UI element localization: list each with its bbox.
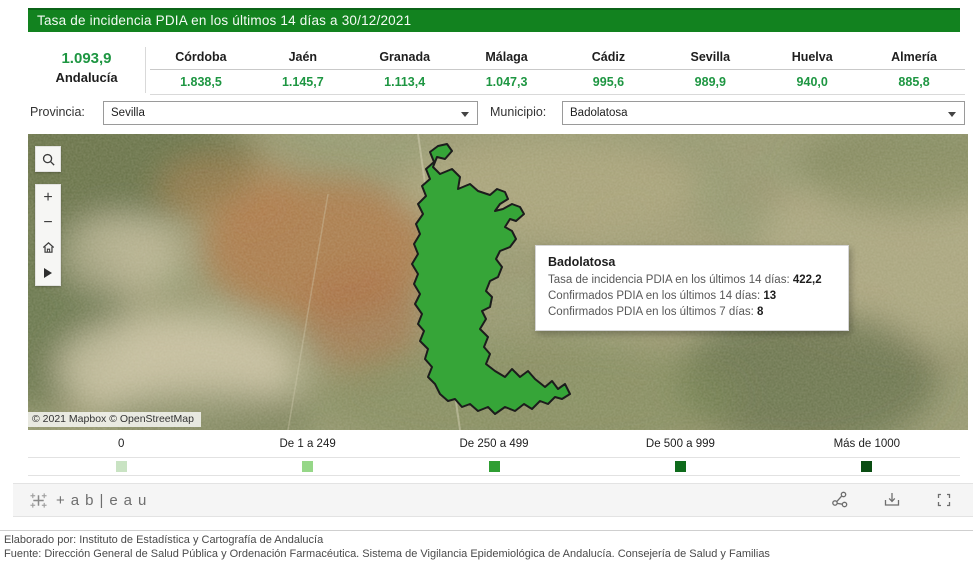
tooltip-row-value: 13 <box>763 290 776 302</box>
province-header: Málaga <box>456 45 558 69</box>
province-header: Almería <box>863 45 965 69</box>
legend-swatch-cell <box>401 461 587 472</box>
chevron-down-icon <box>461 112 469 117</box>
download-icon <box>882 490 902 510</box>
tooltip-row: Confirmados PDIA en los últimos 14 días:… <box>548 288 836 304</box>
tableau-toolbar: +ab|eau <box>13 483 973 517</box>
map-toolbar: + − <box>35 184 61 286</box>
legend-label: De 1 a 249 <box>214 438 400 455</box>
zoom-out-button[interactable]: − <box>36 210 60 235</box>
province-header: Huelva <box>761 45 863 69</box>
andalucia-summary: 1.093,9 Andalucía <box>28 47 146 93</box>
provinces-header-row: Córdoba Jaén Granada Málaga Cádiz Sevill… <box>150 45 965 70</box>
fullscreen-icon <box>934 490 954 510</box>
fullscreen-button[interactable] <box>933 489 955 511</box>
legend-swatch-cell <box>28 461 214 472</box>
home-icon <box>41 240 56 255</box>
tableau-mark-icon <box>29 491 48 510</box>
legend-label: Más de 1000 <box>774 438 960 455</box>
provincia-selected-value: Sevilla <box>111 107 145 119</box>
legend-label: 0 <box>28 438 214 455</box>
credits-line-fuente: Fuente: Dirección General de Salud Públi… <box>4 548 770 562</box>
provincia-dropdown[interactable]: Sevilla <box>103 101 478 125</box>
tooltip-row-label: Confirmados PDIA en los últimos 14 días: <box>548 290 763 302</box>
province-value: 1.113,4 <box>354 70 456 94</box>
dashboard: Tasa de incidencia PDIA en los últimos 1… <box>0 0 973 573</box>
provinces-table: Córdoba Jaén Granada Málaga Cádiz Sevill… <box>150 45 965 95</box>
tableau-logo[interactable]: +ab|eau <box>29 491 152 510</box>
legend-swatch-cell <box>587 461 773 472</box>
provincia-label: Provincia: <box>30 105 85 119</box>
tooltip-row-value: 8 <box>757 306 763 318</box>
province-value: 940,0 <box>761 70 863 94</box>
province-header: Jaén <box>252 45 354 69</box>
zoom-in-button[interactable]: + <box>36 185 60 210</box>
toolbar-actions <box>829 489 955 511</box>
province-value: 885,8 <box>863 70 965 94</box>
legend-swatches <box>28 457 960 476</box>
province-value: 1.047,3 <box>456 70 558 94</box>
search-icon <box>41 152 56 167</box>
map-view[interactable]: + − Badolatosa Tasa de incidencia PDIA e… <box>28 134 968 430</box>
tooltip-row-value: 422,2 <box>793 274 822 286</box>
tooltip-title: Badolatosa <box>548 255 836 269</box>
provinces-values-row: 1.838,5 1.145,7 1.113,4 1.047,3 995,6 98… <box>150 70 965 95</box>
tableau-wordmark: +ab|eau <box>56 492 152 509</box>
legend-swatch[interactable] <box>861 461 872 472</box>
tooltip-row-label: Tasa de incidencia PDIA en los últimos 1… <box>548 274 793 286</box>
pan-tools-expand-button[interactable] <box>36 260 60 285</box>
province-header: Cádiz <box>558 45 660 69</box>
credits-divider <box>0 530 973 531</box>
color-legend: 0 De 1 a 249 De 250 a 499 De 500 a 999 M… <box>28 438 960 476</box>
legend-swatch[interactable] <box>302 461 313 472</box>
dashboard-title: Tasa de incidencia PDIA en los últimos 1… <box>28 8 960 32</box>
municipio-dropdown[interactable]: Badolatosa <box>562 101 965 125</box>
filters-bar: Provincia: Sevilla Municipio: Badolatosa <box>0 99 973 127</box>
province-header: Sevilla <box>659 45 761 69</box>
map-tooltip: Badolatosa Tasa de incidencia PDIA en lo… <box>535 245 849 331</box>
legend-swatch-cell <box>774 461 960 472</box>
tooltip-row: Confirmados PDIA en los últimos 7 días: … <box>548 304 836 320</box>
province-value: 1.145,7 <box>252 70 354 94</box>
credits-line-elaborado: Elaborado por: Instituto de Estadística … <box>4 534 770 548</box>
province-header: Granada <box>354 45 456 69</box>
province-value: 995,6 <box>558 70 660 94</box>
andalucia-value: 1.093,9 <box>28 47 145 67</box>
minus-icon: − <box>43 214 52 232</box>
municipio-selected-value: Badolatosa <box>570 107 628 119</box>
legend-swatch[interactable] <box>116 461 127 472</box>
legend-label: De 250 a 499 <box>401 438 587 455</box>
download-button[interactable] <box>881 489 903 511</box>
share-icon <box>830 490 850 510</box>
home-button[interactable] <box>36 235 60 260</box>
map-search-button[interactable] <box>35 146 61 172</box>
tooltip-row-label: Confirmados PDIA en los últimos 7 días: <box>548 306 757 318</box>
legend-swatch[interactable] <box>675 461 686 472</box>
share-button[interactable] <box>829 489 851 511</box>
arrow-right-icon <box>44 268 52 278</box>
plus-icon: + <box>43 189 52 207</box>
province-value: 1.838,5 <box>150 70 252 94</box>
legend-swatch-cell <box>214 461 400 472</box>
andalucia-label: Andalucía <box>28 70 145 85</box>
legend-labels: 0 De 1 a 249 De 250 a 499 De 500 a 999 M… <box>28 438 960 455</box>
map-attribution[interactable]: © 2021 Mapbox © OpenStreetMap <box>28 412 201 427</box>
legend-swatch[interactable] <box>489 461 500 472</box>
legend-label: De 500 a 999 <box>587 438 773 455</box>
credits-block: Elaborado por: Instituto de Estadística … <box>4 534 770 561</box>
tooltip-row: Tasa de incidencia PDIA en los últimos 1… <box>548 272 836 288</box>
municipio-label: Municipio: <box>490 105 546 119</box>
province-value: 989,9 <box>659 70 761 94</box>
chevron-down-icon <box>948 112 956 117</box>
province-header: Córdoba <box>150 45 252 69</box>
